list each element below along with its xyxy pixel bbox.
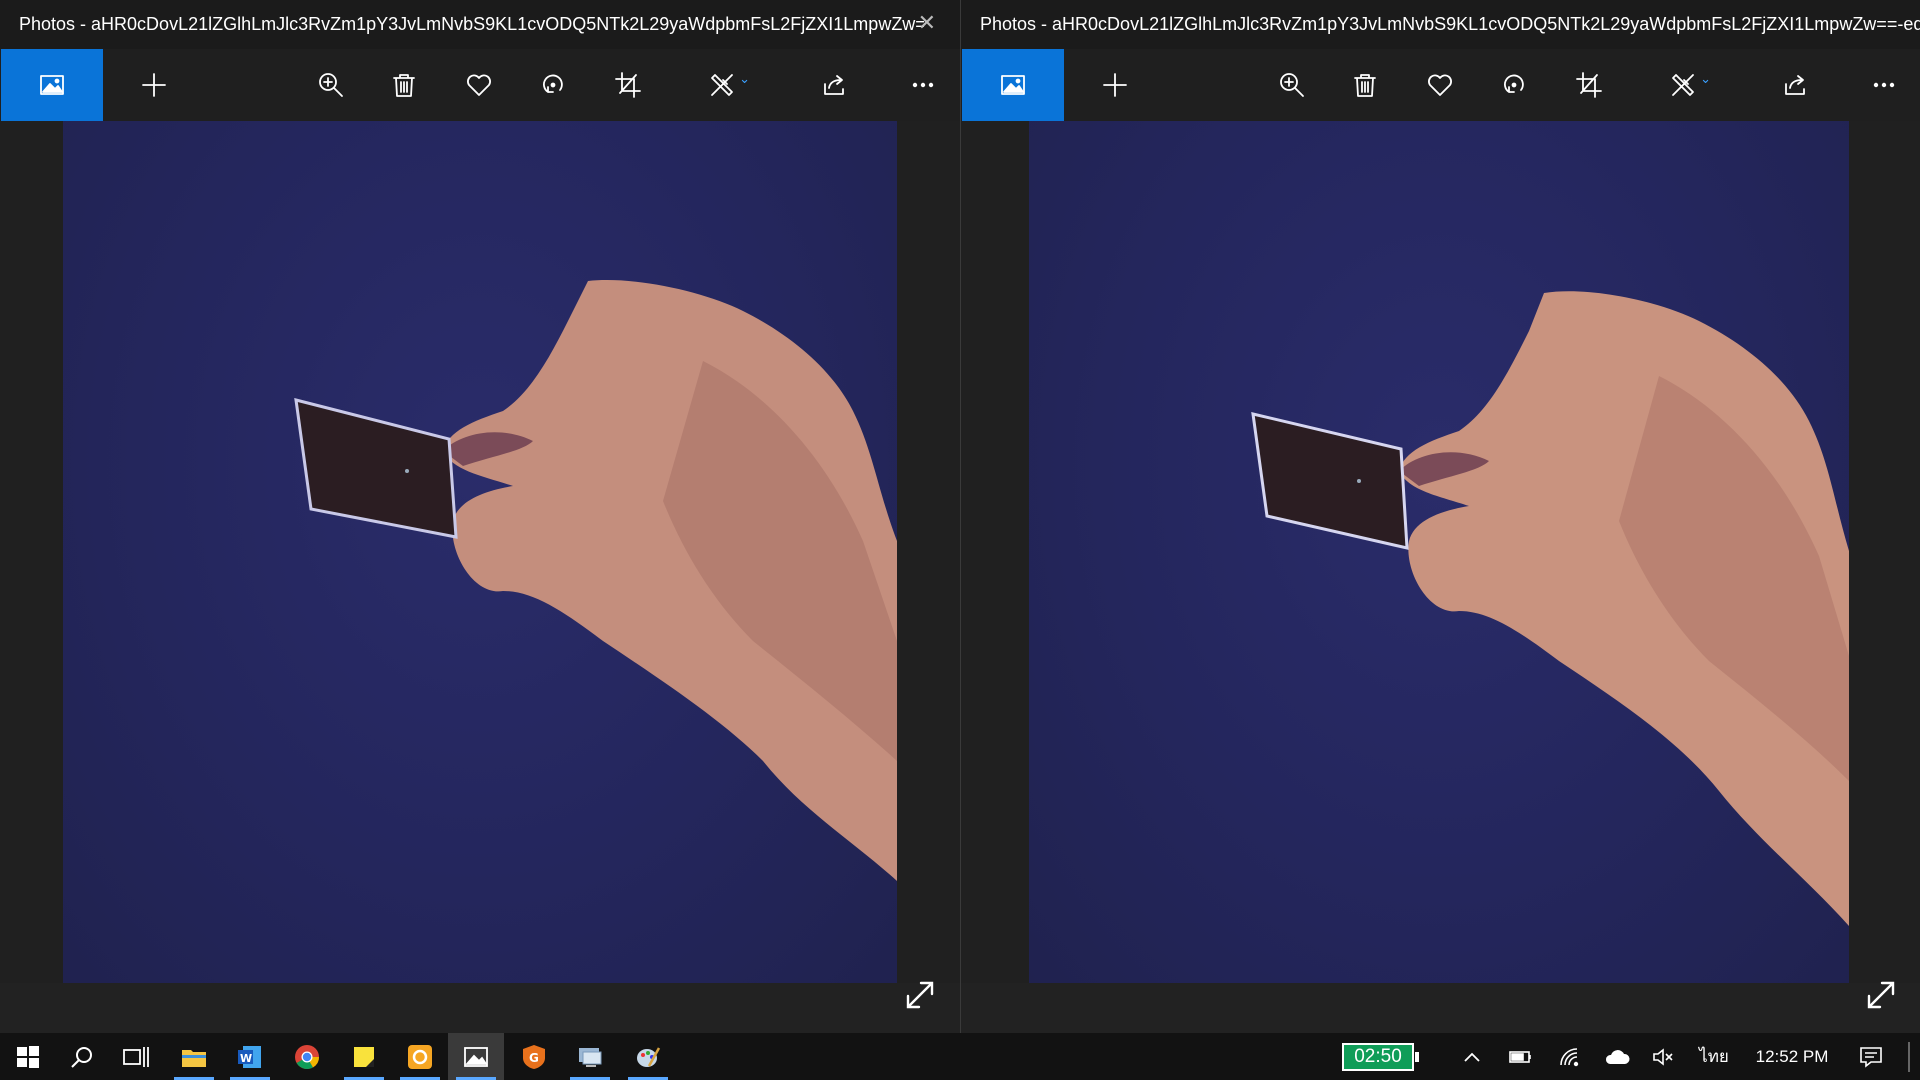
image-canvas[interactable] [0, 121, 960, 1009]
expand-icon[interactable] [1864, 978, 1904, 1018]
clock[interactable]: 12:52 PM [1748, 1033, 1836, 1080]
more-icon[interactable] [891, 49, 955, 121]
photos-window-left: Photos - aHR0cDovL21lZGlhLmJlc3RvZm1pY3J… [0, 0, 960, 1033]
photo-hand-holding-chip [63, 121, 897, 983]
language-indicator[interactable]: ไทย [1693, 1033, 1735, 1080]
paint-icon[interactable] [620, 1033, 676, 1080]
rotate-icon[interactable] [521, 49, 585, 121]
task-view-icon[interactable] [108, 1033, 164, 1080]
add-icon[interactable] [1083, 49, 1147, 121]
battery-icon[interactable] [1505, 1033, 1537, 1080]
windows-start-icon[interactable] [0, 1033, 56, 1080]
zoom-in-icon[interactable] [299, 49, 363, 121]
crop-icon[interactable] [1557, 49, 1621, 121]
chevron-down-icon[interactable]: ⌄ [739, 71, 750, 87]
notification-icon[interactable] [1854, 1033, 1888, 1080]
close-button[interactable]: ✕ [918, 10, 936, 36]
add-icon[interactable] [122, 49, 186, 121]
edit-icon[interactable]: ⌄ [1651, 49, 1715, 121]
image-canvas[interactable] [961, 121, 1920, 1009]
svg-text:G: G [529, 1051, 539, 1065]
wifi-icon[interactable] [1554, 1033, 1586, 1080]
onedrive-cloud-icon[interactable] [1600, 1033, 1634, 1080]
share-icon[interactable] [803, 49, 867, 121]
app-g-icon[interactable]: G [506, 1033, 562, 1080]
chrome-icon[interactable] [279, 1033, 335, 1080]
photos-icon[interactable] [448, 1033, 504, 1080]
chevron-down-icon[interactable]: ⌄ [1700, 71, 1711, 87]
edit-icon[interactable]: ⌄ [690, 49, 754, 121]
window-title: Photos - aHR0cDovL21lZGlhLmJlc3RvZm1pY3J… [19, 14, 924, 34]
taskbar: W G 02:50 ไทย 12:52 PM [0, 1033, 1920, 1080]
expand-icon[interactable] [903, 978, 943, 1018]
photo-hand-holding-chip [1029, 121, 1849, 983]
zoom-in-icon[interactable] [1260, 49, 1324, 121]
chevron-up-icon[interactable] [1458, 1033, 1486, 1080]
photo-icon[interactable] [1, 49, 103, 121]
share-icon[interactable] [1764, 49, 1828, 121]
word-icon[interactable]: W [222, 1033, 278, 1080]
delete-icon[interactable] [372, 49, 436, 121]
show-desktop-button[interactable] [1908, 1042, 1910, 1072]
heart-icon[interactable] [1408, 49, 1472, 121]
photo-icon[interactable] [962, 49, 1064, 121]
heart-icon[interactable] [447, 49, 511, 121]
app-display-icon[interactable] [562, 1033, 618, 1080]
volume-muted-icon[interactable] [1648, 1033, 1678, 1080]
sticky-notes-icon[interactable] [336, 1033, 392, 1080]
delete-icon[interactable] [1333, 49, 1397, 121]
photos-window-right: Photos - aHR0cDovL21lZGlhLmJlc3RvZm1pY3J… [961, 0, 1920, 1033]
app-orange-icon[interactable] [392, 1033, 448, 1080]
title-bar[interactable]: Photos - aHR0cDovL21lZGlhLmJlc3RvZm1pY3J… [961, 0, 1920, 49]
window-title: Photos - aHR0cDovL21lZGlhLmJlc3RvZm1pY3J… [980, 14, 1920, 34]
more-icon[interactable] [1852, 49, 1916, 121]
crop-icon[interactable] [596, 49, 660, 121]
search-icon[interactable] [54, 1033, 110, 1080]
svg-text:W: W [240, 1052, 252, 1065]
toolbar: ⌄ [0, 49, 960, 121]
battery-timer-widget[interactable]: 02:50 [1342, 1043, 1419, 1071]
rotate-icon[interactable] [1482, 49, 1546, 121]
toolbar: ⌄ [961, 49, 1920, 121]
title-bar[interactable]: Photos - aHR0cDovL21lZGlhLmJlc3RvZm1pY3J… [0, 0, 960, 49]
file-explorer-icon[interactable] [166, 1033, 222, 1080]
